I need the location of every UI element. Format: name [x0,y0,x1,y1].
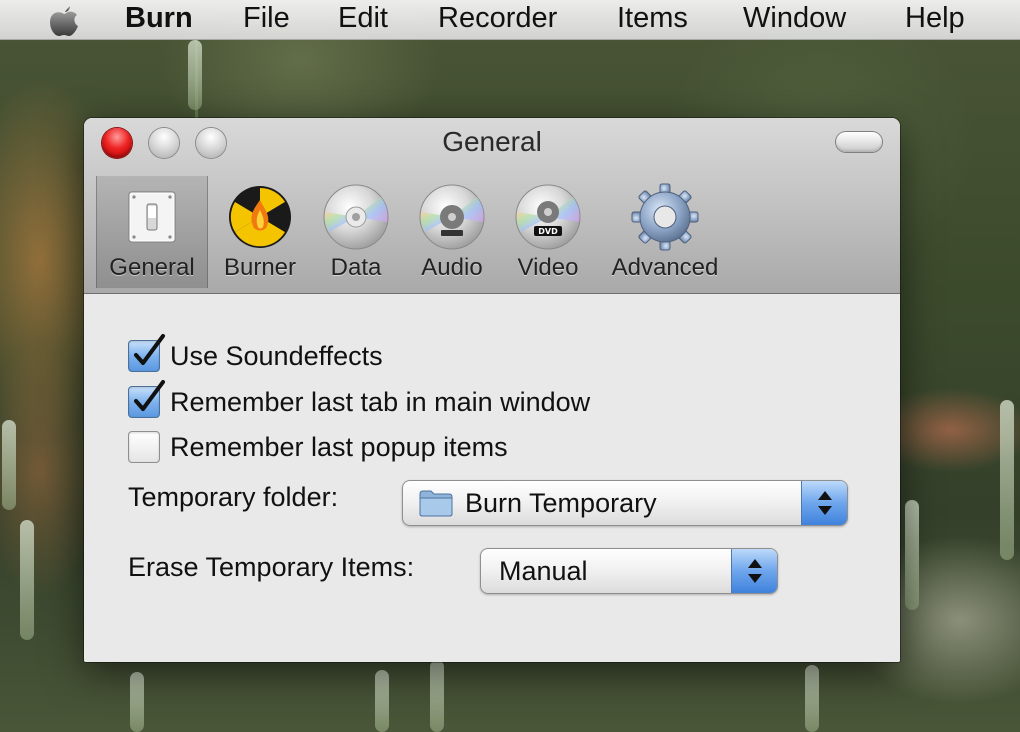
tab-label: Advanced [611,254,719,281]
tab-audio[interactable]: Audio [406,176,498,288]
checkbox-label: Remember last popup items [170,431,508,462]
tab-video[interactable]: DVD Video [502,176,594,288]
temporary-folder-label: Temporary folder: [128,482,339,512]
background-flower [905,500,919,610]
menu-items[interactable]: Items [617,2,688,35]
tab-label: Data [330,254,382,281]
temporary-folder-popup[interactable]: Burn Temporary [402,480,848,526]
apple-icon[interactable] [44,2,84,38]
popup-value: Manual [499,555,588,586]
light-switch-icon [128,191,176,243]
tab-label: General [109,254,195,281]
checkbox-label: Remember last tab in main window [170,386,591,417]
general-pane: Use Soundeffects Remember last tab in ma… [84,294,900,662]
checkbox-label: Use Soundeffects [170,340,383,371]
tab-advanced[interactable]: Advanced [598,176,732,288]
menu-file[interactable]: File [243,2,290,35]
menu-bar: Burn File Edit Recorder Items Window Hel… [0,0,1020,40]
background-flower [130,672,144,732]
window-title: General [442,126,542,157]
folder-icon [419,490,453,517]
remember-popup-items-checkbox-row[interactable]: Remember last popup items [128,429,508,465]
menu-recorder[interactable]: Recorder [438,2,557,35]
remember-last-tab-checkbox[interactable] [128,380,165,418]
arrow-down-icon [748,574,762,583]
popup-arrows-icon [731,549,777,593]
checkmark-icon [134,380,165,411]
background-flower [430,660,444,732]
erase-temporary-items-popup[interactable]: Manual [480,548,778,594]
menu-burn[interactable]: Burn [125,2,193,35]
popup-value: Burn Temporary [465,487,657,518]
use-soundeffects-checkbox-row[interactable]: Use Soundeffects [128,334,383,374]
gear-icon [631,183,699,251]
erase-temporary-items-label: Erase Temporary Items: [128,552,415,582]
tab-label: Video [517,254,579,281]
arrow-down-icon [818,506,832,515]
background-flower [2,420,16,510]
tab-burner[interactable]: Burner [214,176,306,288]
remember-last-tab-checkbox-row[interactable]: Remember last tab in main window [128,380,591,420]
background-flower [20,520,34,640]
background-flower [375,670,389,732]
menu-edit[interactable]: Edit [338,2,388,35]
checkmark-icon [134,334,165,365]
use-soundeffects-checkbox[interactable] [128,334,165,372]
svg-text:DVD: DVD [538,227,558,236]
menu-help[interactable]: Help [905,2,965,35]
window-toolbar: General General Burner Data Audio DVD Vi… [84,118,900,294]
preferences-window: General General Burner Data Audio DVD Vi… [84,118,900,662]
arrow-up-icon [818,491,832,500]
background-flower [805,665,819,732]
arrow-up-icon [748,559,762,568]
popup-arrows-icon [801,481,847,525]
data-disc-icon [323,184,389,250]
tab-general[interactable]: General [96,176,208,288]
background-flower [188,40,202,110]
toolbar-toggle-button[interactable] [836,132,882,152]
dvd-disc-icon: DVD [515,184,581,250]
burner-radioactive-icon [229,186,291,248]
tab-label: Burner [223,254,297,281]
remember-popup-items-checkbox[interactable] [128,431,160,463]
tab-data[interactable]: Data [310,176,402,288]
menu-window[interactable]: Window [743,2,846,35]
audio-disc-icon [419,184,485,250]
tab-label: Audio [421,254,483,281]
background-flower [1000,400,1014,560]
